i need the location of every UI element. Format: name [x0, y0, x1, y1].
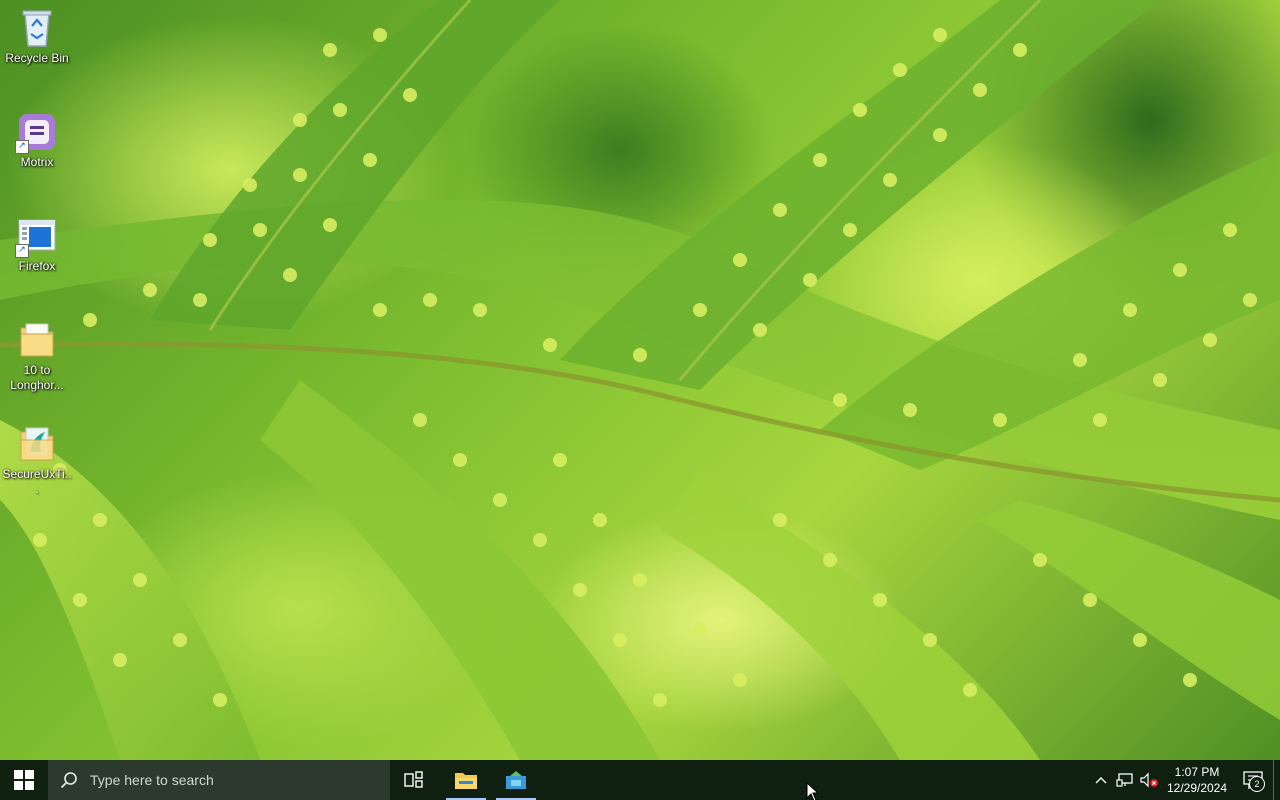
clock-time: 1:07 PM	[1174, 765, 1220, 779]
show-hidden-icons-button[interactable]	[1089, 760, 1113, 800]
shortcut-arrow-icon: ↗	[15, 244, 29, 258]
app-installer-icon	[506, 771, 526, 789]
desktop-icon-motrix[interactable]: ↗ Motrix	[2, 104, 72, 170]
file-explorer-icon	[455, 773, 477, 789]
volume-tray-button[interactable]	[1137, 760, 1161, 800]
desktop-icon-secureuxtheme[interactable]: SecureUxTi...	[2, 416, 72, 497]
app-installer-taskbar-button[interactable]	[492, 760, 540, 800]
file-explorer-taskbar-button[interactable]	[442, 760, 490, 800]
task-view-button[interactable]	[390, 760, 438, 800]
desktop-icon-10-to-longhorn[interactable]: 10 to Longhor...	[2, 312, 72, 393]
show-desktop-button[interactable]	[1273, 760, 1280, 800]
secureux-folder-icon	[17, 422, 57, 464]
firefox-shortcut-icon: ↗	[15, 214, 57, 258]
folder-icon	[17, 318, 57, 360]
windows-logo-icon	[14, 770, 34, 790]
start-button[interactable]	[0, 760, 48, 800]
desktop-icon-label: SecureUxTi...	[2, 467, 72, 496]
task-view-icon	[404, 771, 423, 788]
wallpaper	[0, 0, 1280, 760]
action-center-button[interactable]: 2	[1233, 760, 1273, 800]
shortcut-arrow-icon: ↗	[15, 140, 29, 154]
desktop-icon-label: Recycle Bin	[5, 51, 69, 65]
desktop-icon-label: 10 to Longhor...	[10, 363, 64, 392]
mouse-pointer-icon	[806, 782, 820, 800]
search-icon	[60, 772, 77, 789]
network-icon	[1116, 773, 1133, 787]
clock-date: 12/29/2024	[1166, 781, 1228, 795]
desktop: Recycle Bin ↗ Motrix ↗ Firefox 10 to Lon…	[0, 0, 1280, 760]
network-tray-button[interactable]	[1113, 760, 1137, 800]
desktop-icon-label: Firefox	[18, 259, 56, 273]
motrix-icon: ↗	[15, 110, 57, 154]
taskbar-clock[interactable]: 1:07 PM 12/29/2024	[1161, 760, 1233, 800]
chevron-up-icon	[1095, 777, 1107, 784]
desktop-icon-firefox[interactable]: ↗ Firefox	[2, 208, 72, 274]
search-input[interactable]	[88, 771, 372, 789]
taskbar-search-box[interactable]	[48, 760, 390, 800]
recycle-bin-icon	[17, 6, 57, 48]
taskbar: 1:07 PM 12/29/2024 2	[0, 760, 1280, 800]
volume-muted-icon	[1140, 772, 1158, 788]
desktop-icon-label: Motrix	[20, 155, 54, 169]
notification-count-badge: 2	[1249, 776, 1265, 792]
desktop-icon-recycle-bin[interactable]: Recycle Bin	[2, 0, 72, 66]
